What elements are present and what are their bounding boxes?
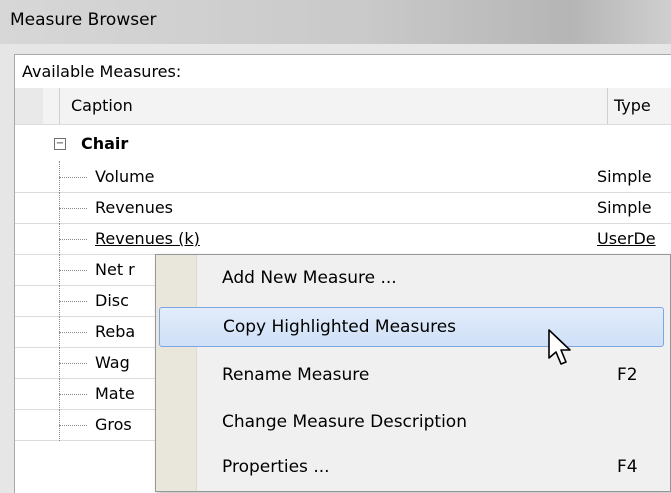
tree-connector [59, 270, 87, 271]
menu-item-properties[interactable]: Properties ... F4 [159, 448, 664, 488]
menu-item-shortcut: F2 [617, 365, 638, 385]
mouse-pointer-icon [548, 329, 571, 365]
menu-item-rename-measure[interactable]: Rename Measure F2 [159, 356, 664, 396]
cell-caption: Mate [95, 384, 135, 403]
menu-item-add-new-measure[interactable]: Add New Measure ... [159, 259, 664, 299]
cell-caption: Wag [95, 353, 130, 372]
tree-connector [59, 363, 87, 364]
window-title: Measure Browser [10, 10, 157, 30]
cell-type: Simple [597, 198, 652, 217]
menu-item-label: Copy Highlighted Measures [223, 317, 457, 337]
cell-caption: Revenues (k) [95, 229, 200, 248]
menu-item-label: Rename Measure [222, 365, 370, 385]
tree-connector [59, 208, 87, 209]
tree-connector [59, 394, 87, 395]
group-row-chair[interactable]: − Chair [15, 126, 671, 162]
collapse-toggle-icon[interactable]: − [54, 138, 66, 150]
menu-item-label: Properties ... [222, 457, 330, 477]
menu-item-change-measure-description[interactable]: Change Measure Description [159, 403, 664, 443]
menu-item-shortcut: F4 [617, 457, 638, 477]
tree-connector [59, 425, 87, 426]
window-titlebar[interactable]: Measure Browser [0, 0, 671, 44]
table-row[interactable]: Revenues (k) UserDe [15, 223, 671, 255]
context-menu: Add New Measure ... Copy Highlighted Mea… [155, 254, 671, 492]
cell-caption: Disc [95, 291, 129, 310]
menu-item-copy-highlighted-measures[interactable]: Copy Highlighted Measures [159, 307, 664, 347]
tree-connector [59, 301, 87, 302]
table-row[interactable]: Revenues Simple [15, 192, 671, 224]
tree-connector [59, 177, 87, 178]
tree-connector [59, 239, 87, 240]
cell-type: UserDe [597, 229, 656, 248]
grid-header: Caption Type [15, 88, 671, 125]
cell-caption: Revenues [95, 198, 174, 217]
tree-connector [59, 332, 87, 333]
cell-caption: Volume [95, 167, 155, 186]
available-measures-label: Available Measures: [22, 62, 182, 81]
group-name: Chair [81, 134, 129, 153]
row-header-corner [15, 88, 43, 124]
cell-type: Simple [597, 167, 652, 186]
menu-item-label: Change Measure Description [222, 412, 467, 432]
column-header-caption[interactable]: Caption [59, 88, 607, 124]
cell-caption: Reba [95, 322, 136, 341]
column-header-type[interactable]: Type [607, 88, 671, 124]
cell-caption: Gros [95, 415, 132, 434]
menu-item-label: Add New Measure ... [222, 268, 397, 288]
table-row[interactable]: Volume Simple [15, 161, 671, 193]
cell-caption: Net r [95, 260, 135, 279]
